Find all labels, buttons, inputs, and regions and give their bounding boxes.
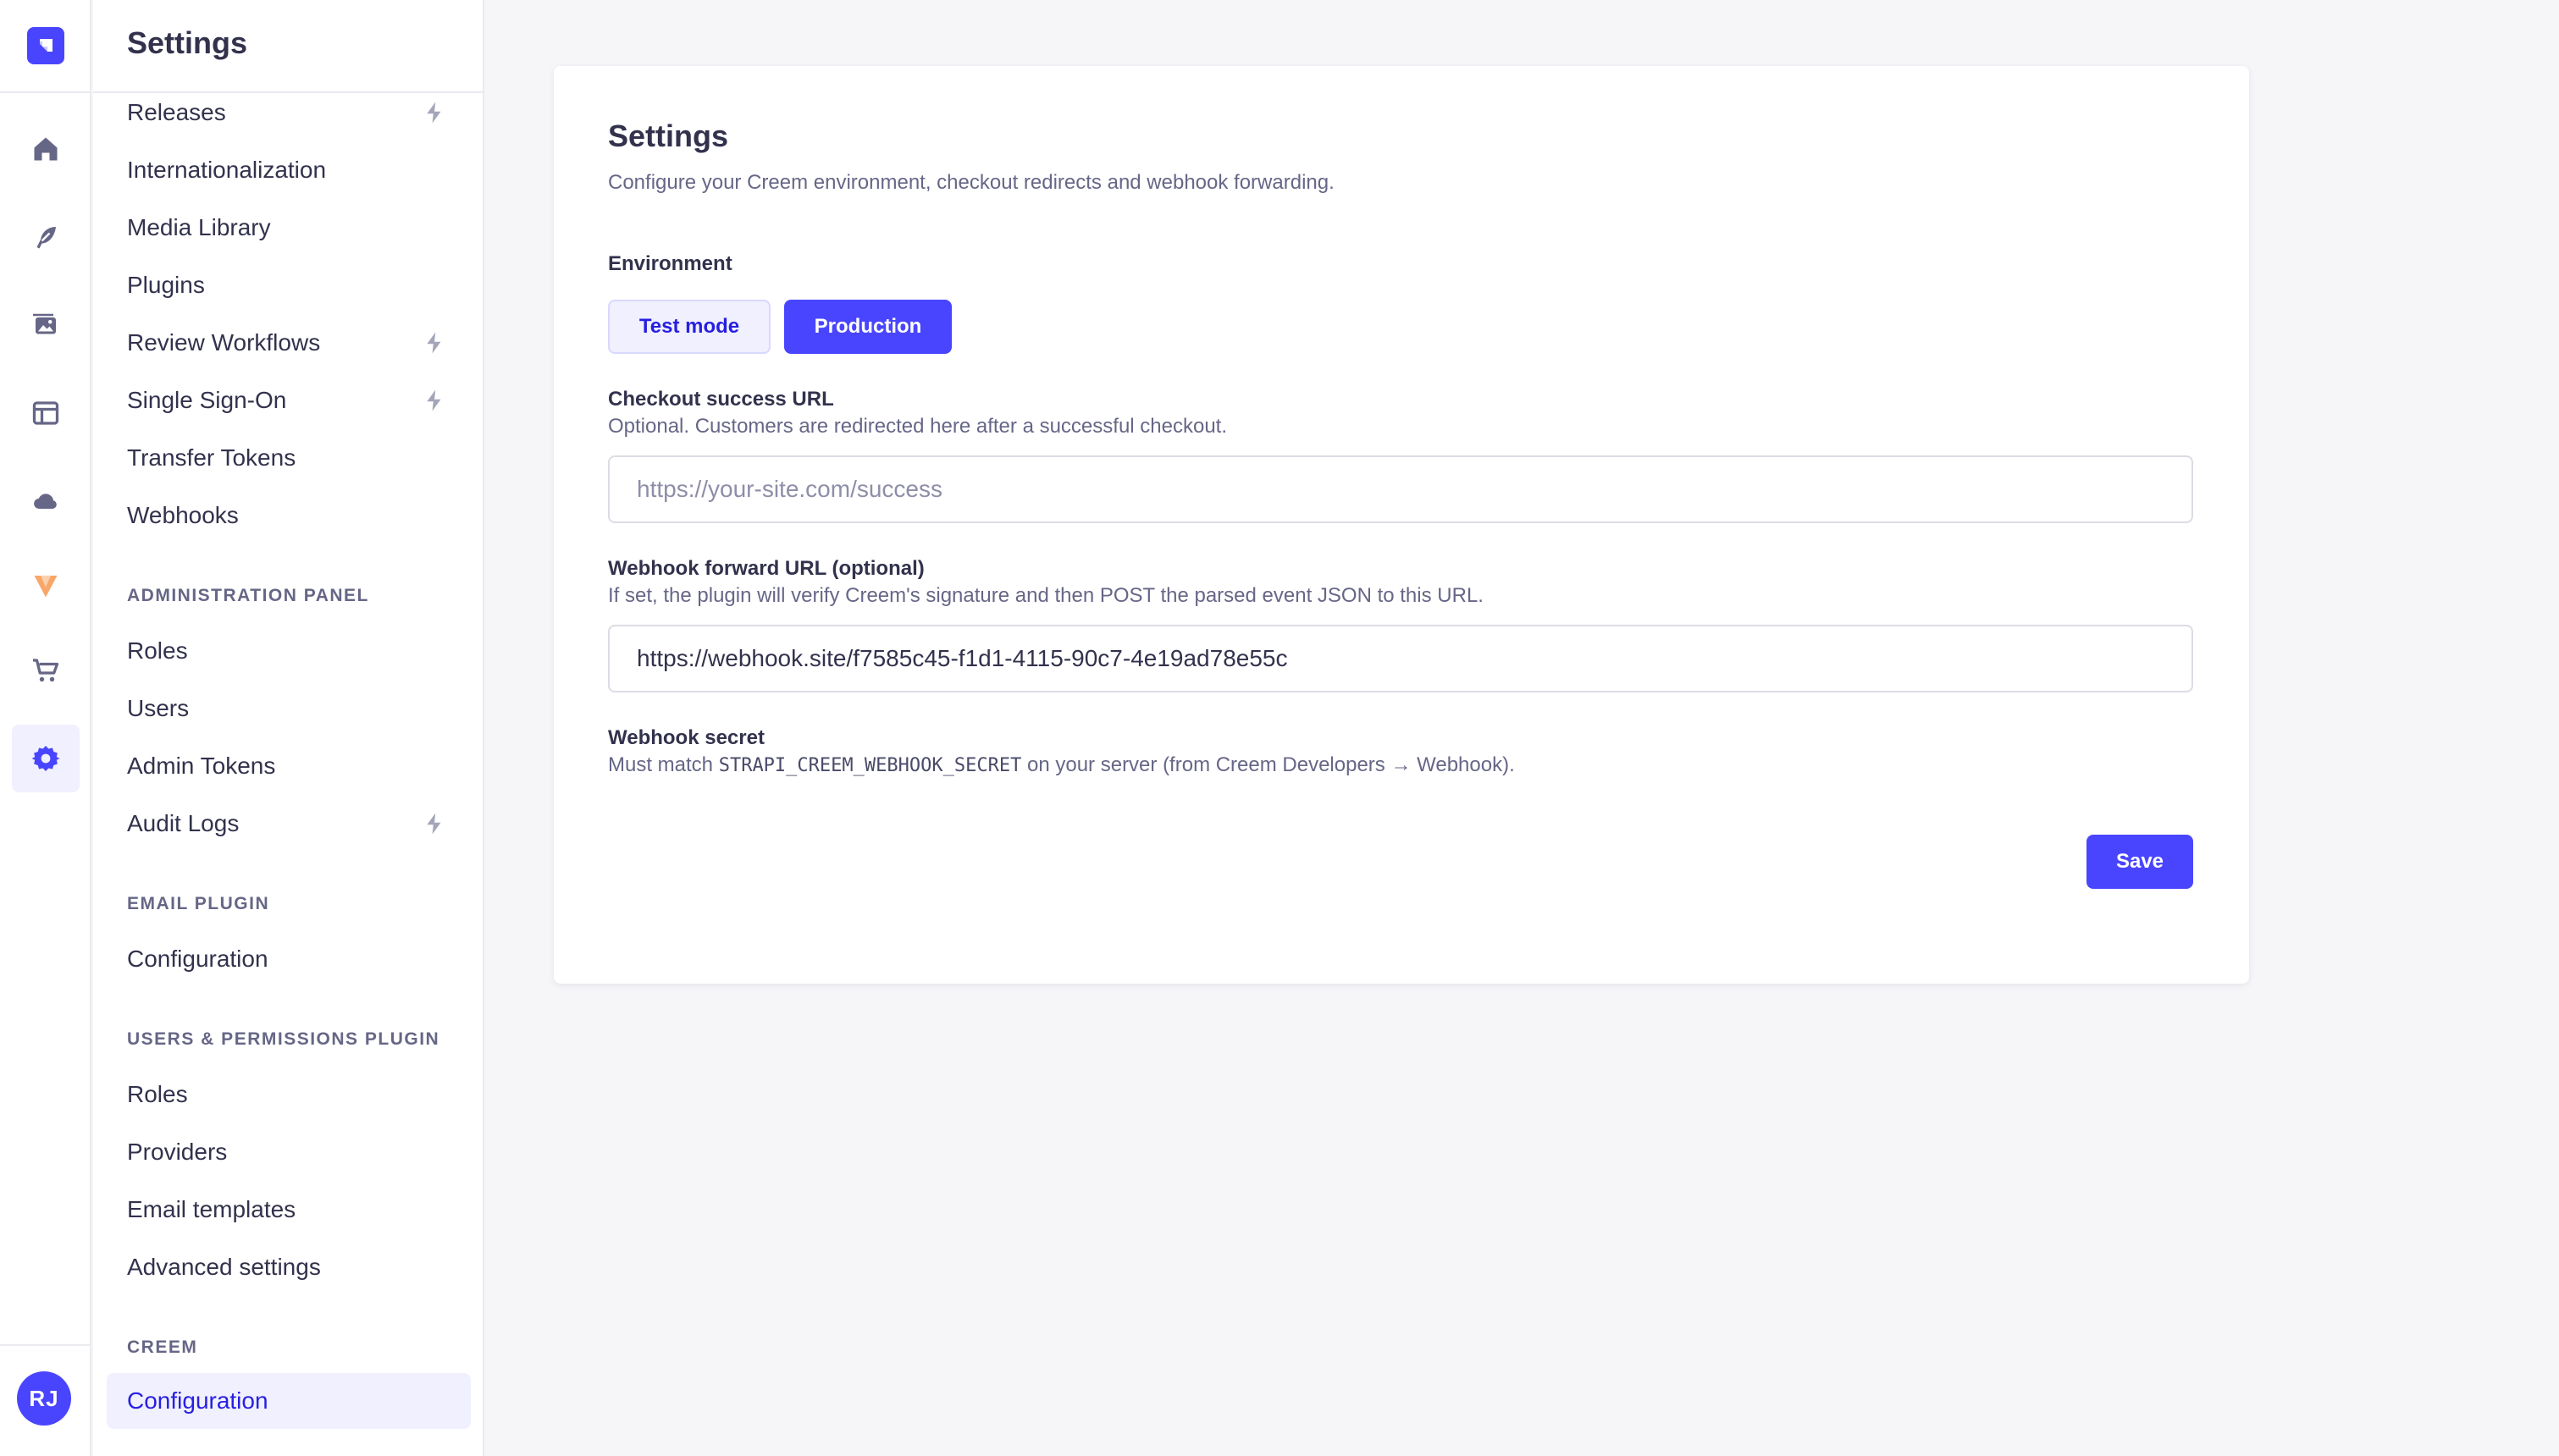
subnav-item-up-roles[interactable]: Roles: [127, 1078, 188, 1111]
lightning-icon: [427, 332, 441, 354]
webhook-url-hint: If set, the plugin will verify Creem's s…: [608, 584, 1484, 607]
checkout-url-input[interactable]: [608, 455, 2193, 523]
env-var-code: STRAPI_CREEM_WEBHOOK_SECRET: [718, 755, 1022, 776]
webhook-secret-hint-prefix: Must match: [608, 753, 719, 776]
page-title: Settings: [608, 119, 729, 153]
checkout-url-hint: Optional. Customers are redirected here …: [608, 415, 1228, 438]
subnav-section-email-plugin: EMAIL PLUGIN: [127, 894, 270, 913]
save-button[interactable]: Save: [2086, 835, 2193, 889]
subnav-item-creem-configuration[interactable]: Configuration: [127, 1384, 268, 1418]
webhook-secret-hint-suffix: on your server (from Creem Developers → …: [1021, 753, 1515, 776]
feather-icon[interactable]: [12, 203, 80, 271]
webhook-url-label: Webhook forward URL (optional): [608, 557, 925, 580]
subnav-item-roles[interactable]: Roles: [127, 634, 188, 668]
page-description: Configure your Creem environment, checko…: [608, 171, 1335, 194]
main-nav-rail: RJ: [0, 0, 91, 1456]
vite-icon[interactable]: [12, 552, 80, 620]
lightning-icon: [427, 102, 441, 124]
subnav-item-releases[interactable]: Releases: [127, 96, 226, 130]
subnav-item-email-configuration[interactable]: Configuration: [127, 942, 268, 976]
subnav-item-email-templates[interactable]: Email templates: [127, 1193, 296, 1227]
test-mode-button[interactable]: Test mode: [608, 300, 771, 354]
subnav-item-single-sign-on[interactable]: Single Sign-On: [127, 383, 286, 417]
environment-label: Environment: [608, 252, 732, 275]
checkout-url-label: Checkout success URL: [608, 388, 834, 411]
rail-divider: [0, 1344, 91, 1346]
cloud-icon[interactable]: [12, 467, 80, 535]
home-icon[interactable]: [12, 115, 80, 183]
subnav-item-plugins[interactable]: Plugins: [127, 268, 205, 302]
webhook-secret-hint: Must match STRAPI_CREEM_WEBHOOK_SECRET o…: [608, 753, 1515, 777]
subnav-section-administration: ADMINISTRATION PANEL: [127, 586, 369, 605]
subnav-item-providers[interactable]: Providers: [127, 1135, 227, 1169]
layout-icon[interactable]: [12, 379, 80, 447]
subnav-item-admin-tokens[interactable]: Admin Tokens: [127, 749, 275, 783]
subnav-item-media-library[interactable]: Media Library: [127, 211, 271, 245]
production-button[interactable]: Production: [784, 300, 952, 354]
lightning-icon: [427, 813, 441, 835]
webhook-secret-label: Webhook secret: [608, 726, 765, 749]
user-avatar[interactable]: RJ: [17, 1371, 71, 1426]
media-icon[interactable]: [12, 291, 80, 359]
gear-icon[interactable]: [12, 725, 80, 792]
subnav-divider: [93, 91, 483, 93]
webhook-url-input[interactable]: [608, 625, 2193, 692]
settings-subnav: Settings Releases Internationalization M…: [93, 0, 484, 1456]
subnav-item-review-workflows[interactable]: Review Workflows: [127, 326, 320, 360]
lightning-icon: [427, 389, 441, 411]
subnav-item-transfer-tokens[interactable]: Transfer Tokens: [127, 441, 296, 475]
subnav-title: Settings: [127, 25, 248, 60]
subnav-section-users-permissions: USERS & PERMISSIONS PLUGIN: [127, 1029, 440, 1049]
cart-icon[interactable]: [12, 637, 80, 704]
subnav-item-advanced-settings[interactable]: Advanced settings: [127, 1250, 321, 1284]
rail-divider: [0, 91, 91, 93]
subnav-item-internationalization[interactable]: Internationalization: [127, 153, 326, 187]
subnav-item-webhooks[interactable]: Webhooks: [127, 499, 239, 532]
subnav-item-users[interactable]: Users: [127, 692, 189, 725]
settings-card: Settings Configure your Creem environmen…: [554, 66, 2249, 984]
subnav-item-audit-logs[interactable]: Audit Logs: [127, 807, 239, 841]
strapi-logo-icon[interactable]: [27, 27, 64, 64]
subnav-section-creem: CREEM: [127, 1337, 198, 1357]
